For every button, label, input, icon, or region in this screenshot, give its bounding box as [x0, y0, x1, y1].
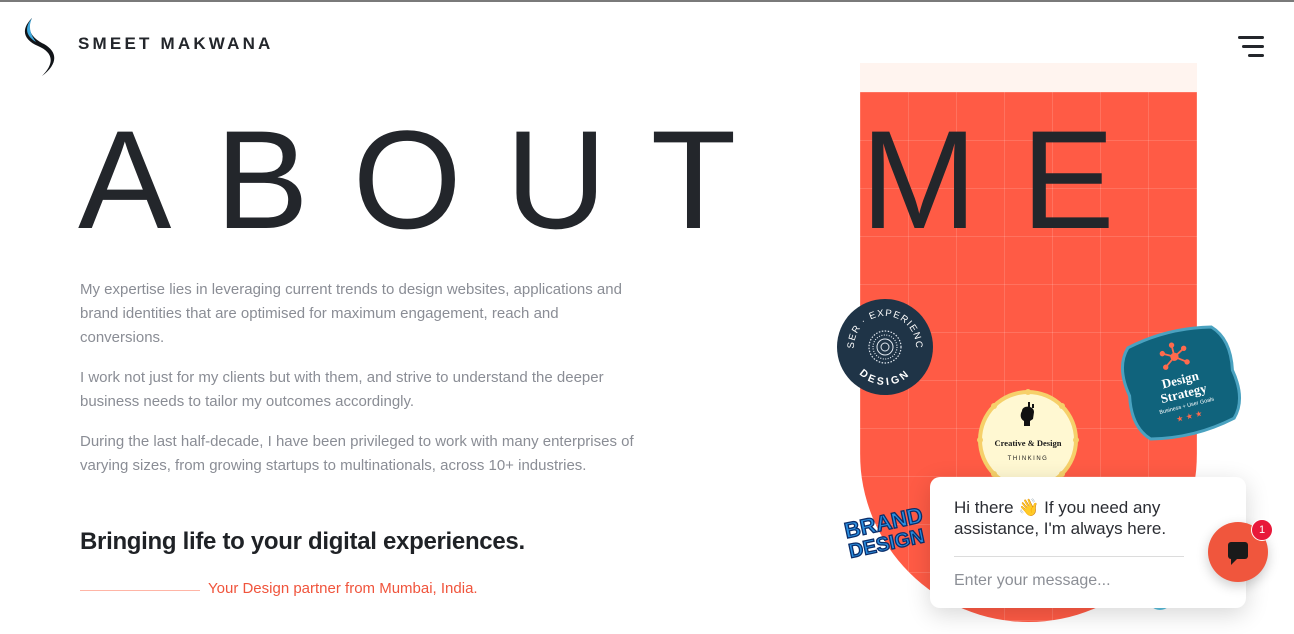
page-title: ABOUT ME [78, 101, 1159, 258]
experience-paragraph: During the last half-decade, I have been… [80, 433, 634, 474]
chat-message-input[interactable] [954, 569, 1184, 593]
hamburger-menu-icon[interactable] [1234, 36, 1264, 58]
ux-design-badge: USER · EXPERIENCE DESIGN [832, 290, 934, 396]
brand-name[interactable]: SMEET MAKWANA [78, 34, 274, 54]
brand-design-sticker: BRAND DESIGN [836, 500, 936, 566]
chat-bubble-icon [1228, 542, 1248, 565]
chat-greeting: Hi there 👋 If you need any assistance, I… [954, 498, 1167, 538]
design-strategy-badge: Design Strategy Business + User Goals ★ … [1118, 322, 1244, 444]
partner-text: Your Design partner from Mumbai, India. [208, 580, 478, 597]
menu-line [1238, 36, 1264, 39]
chat-divider [954, 556, 1184, 557]
chat-unread-badge: 1 [1251, 519, 1273, 541]
intro-paragraph: My expertise lies in leveraging current … [80, 281, 622, 346]
approach-paragraph: I work not just for my clients but with … [80, 369, 604, 410]
partner-divider [80, 590, 200, 591]
top-border [0, 0, 1294, 2]
creative-badge-sub: THINKING [1008, 456, 1049, 462]
menu-line [1248, 54, 1264, 57]
arch-cap [860, 63, 1197, 93]
logo-icon[interactable] [22, 16, 66, 78]
creative-badge-text: Creative & Design [995, 438, 1062, 448]
tagline: Bringing life to your digital experience… [80, 528, 525, 555]
menu-line [1242, 45, 1264, 48]
chat-popup: Hi there 👋 If you need any assistance, I… [930, 477, 1246, 608]
